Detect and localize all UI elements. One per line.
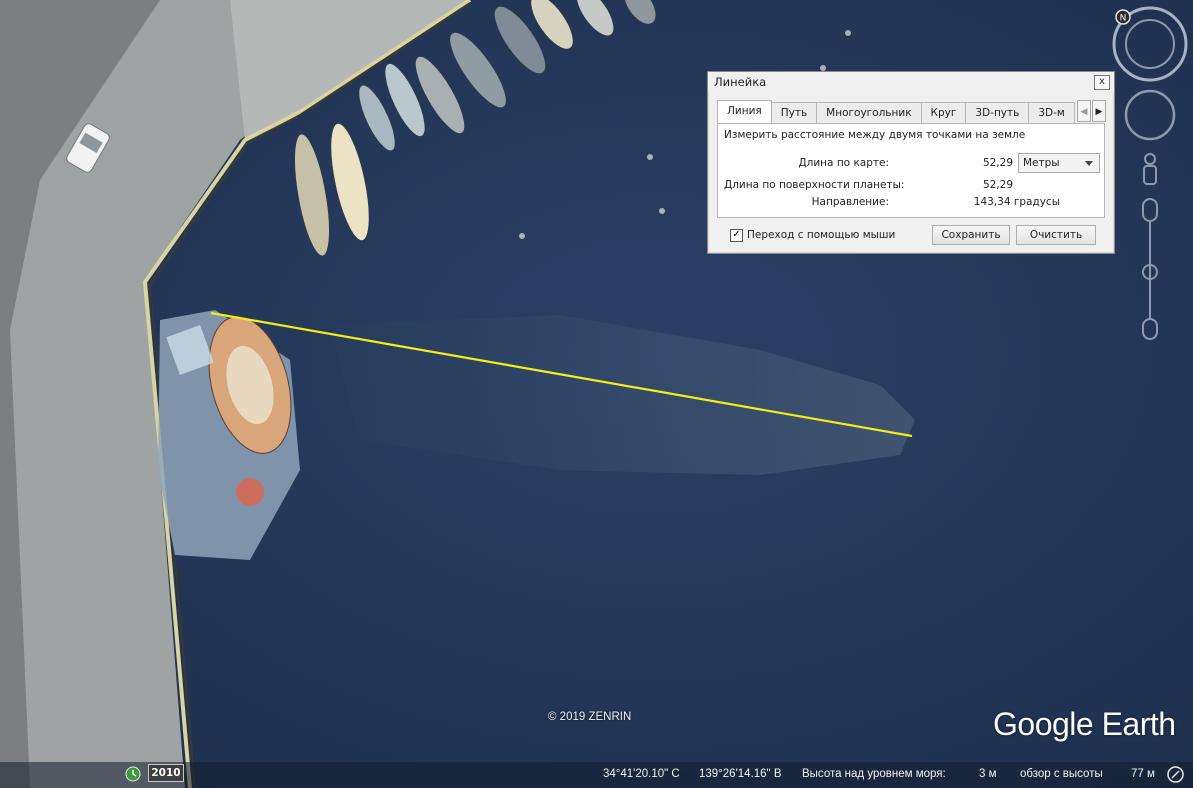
map-length-value: 52,29 (982, 157, 1013, 169)
eye-altitude-value: 77 м (1131, 768, 1155, 780)
ground-length-label: Длина по поверхности планеты: (724, 179, 905, 191)
svg-text:N: N (1120, 14, 1127, 24)
look-joystick[interactable] (1124, 89, 1176, 141)
clear-button[interactable]: Очистить (1016, 225, 1096, 245)
tab-line[interactable]: Линия (717, 100, 772, 123)
chevron-down-icon (1085, 161, 1093, 166)
close-button[interactable]: x (1094, 75, 1110, 90)
tab-3d-polygon[interactable]: 3D-м (1028, 102, 1075, 123)
ground-length-value: 52,29 (982, 179, 1013, 191)
description: Измерить расстояние между двумя точками … (724, 129, 1026, 141)
streaming-status-icon[interactable] (1167, 766, 1184, 783)
tab-circle[interactable]: Круг (920, 102, 967, 123)
tab-polygon[interactable]: Многоугольник (816, 102, 922, 123)
historical-imagery-clock-icon[interactable] (125, 766, 141, 782)
tab-scroll-left-icon[interactable]: ◀ (1077, 100, 1091, 122)
north-icon[interactable]: N (1115, 9, 1131, 25)
tab-bar: Линия Путь Многоугольник Круг 3D-путь 3D-м (717, 99, 1096, 123)
tab-panel: Измерить расстояние между двумя точками … (717, 123, 1105, 218)
map-length-label: Длина по карте: (798, 157, 889, 169)
ruler-dialog: Линейка x Линия Путь Многоугольник Круг 3D-п… (707, 71, 1115, 254)
navigation-controls[interactable]: N (1110, 4, 1190, 344)
save-button[interactable]: Сохранить (932, 225, 1010, 245)
tab-path[interactable]: Путь (770, 102, 818, 123)
mouse-nav-label: Переход с помощью мыши (747, 229, 896, 241)
latitude: 34°41'20.10" С (603, 768, 680, 780)
street-view-icon[interactable] (1143, 153, 1157, 185)
longitude: 139°26'14.16" В (699, 768, 782, 780)
unit-dropdown[interactable]: Метры (1018, 153, 1100, 173)
unit-dropdown-value: Метры (1023, 157, 1060, 169)
google-earth-logo: Google Earth (993, 706, 1176, 742)
heading-value: 143,34 градусы (973, 196, 1060, 208)
eye-altitude-label: обзор с высоты (1020, 768, 1103, 780)
copyright: © 2019 ZENRIN (548, 711, 632, 723)
elevation-value: 3 м (979, 768, 997, 780)
zoom-slider[interactable] (1142, 198, 1158, 340)
mouse-nav-checkbox[interactable]: ✓ (730, 229, 743, 242)
tab-scroll-right-icon[interactable]: ▶ (1092, 100, 1106, 122)
elevation-label: Высота над уровнем моря: (802, 768, 946, 780)
imagery-year[interactable]: 2010 (148, 764, 184, 782)
tab-3d-path[interactable]: 3D-путь (965, 102, 1030, 123)
dialog-title: Линейка (708, 72, 1114, 92)
heading-label: Направление: (811, 196, 889, 208)
